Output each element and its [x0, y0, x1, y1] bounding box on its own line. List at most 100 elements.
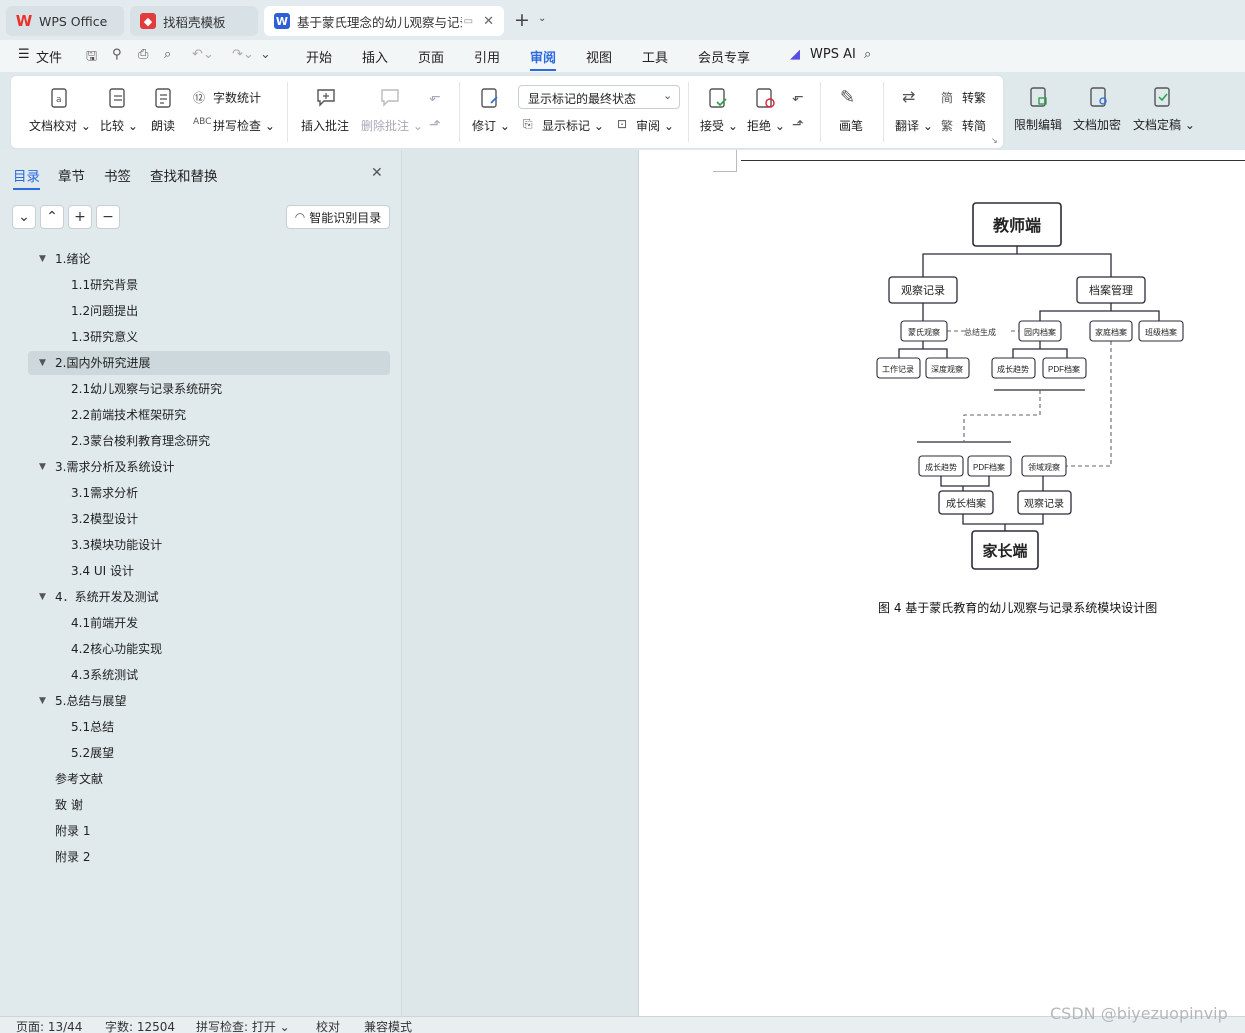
collapse-triangle-icon[interactable]: ▼: [39, 247, 46, 271]
tab-document[interactable]: W 基于蒙氏理念的幼儿观察与记录 ▭ ✕: [264, 6, 504, 36]
collapse-triangle-icon[interactable]: ▼: [39, 351, 46, 375]
toc-item[interactable]: 4.2核心功能实现: [71, 637, 162, 661]
toc-heading[interactable]: ▼ 5.总结与展望: [39, 689, 126, 713]
to-simplified-button[interactable]: 转简: [962, 117, 986, 134]
tab-chapters[interactable]: 章节: [58, 165, 85, 185]
proof-indicator[interactable]: 校对: [316, 1018, 340, 1033]
menu-start[interactable]: 开始: [306, 47, 332, 66]
compare-button[interactable]: 比较 ⌄: [100, 117, 138, 134]
node-domain-obs-label: 领域观察: [1028, 462, 1060, 472]
toc-item[interactable]: 1.3研究意义: [71, 325, 138, 349]
to-traditional-button[interactable]: 转繁: [962, 89, 986, 106]
collapse-triangle-icon[interactable]: ▼: [39, 689, 46, 713]
insert-comment-button[interactable]: 插入批注: [301, 117, 349, 134]
undo-icon[interactable]: ↶⌄: [192, 47, 214, 62]
toc-heading[interactable]: ▼ 3.需求分析及系统设计: [39, 455, 174, 479]
save-icon[interactable]: 🖫: [86, 47, 97, 69]
track-changes-button[interactable]: 修订 ⌄: [472, 117, 510, 134]
smart-toc-button[interactable]: ◠ 智能识别目录: [286, 205, 390, 229]
toc-item[interactable]: 5.1总结: [71, 715, 114, 739]
collapse-button[interactable]: ⌃: [40, 205, 64, 229]
share-icon[interactable]: ⚲: [112, 47, 122, 62]
toc-heading[interactable]: ▼ 2.国内外研究进展: [39, 351, 150, 375]
review-button[interactable]: 审阅 ⌄: [636, 117, 674, 134]
toc-heading[interactable]: ▼ 1.绪论: [39, 247, 90, 271]
wps-ai-button[interactable]: WPS AI: [810, 47, 856, 62]
toc-item[interactable]: 2.1幼儿观察与记录系统研究: [71, 377, 222, 401]
restrict-edit-button[interactable]: 限制编辑: [1014, 116, 1062, 133]
accept-button[interactable]: 接受 ⌄: [700, 117, 738, 134]
file-menu[interactable]: 文件: [36, 47, 62, 66]
prev-change-icon[interactable]: ⬐: [792, 89, 804, 105]
toc-item[interactable]: 2.3蒙台梭利教育理念研究: [71, 429, 210, 453]
chevron-down-icon[interactable]: ⌄: [538, 13, 546, 24]
toc-item[interactable]: 1.1研究背景: [71, 273, 138, 297]
toc-label: 3.4 UI 设计: [71, 564, 135, 578]
add-heading-button[interactable]: +: [68, 205, 92, 229]
menu-review[interactable]: 审阅: [530, 47, 557, 71]
toc-heading[interactable]: ▼ 4．系统开发及测试: [39, 585, 159, 609]
toc-item[interactable]: 3.2模型设计: [71, 507, 138, 531]
markup-select[interactable]: 显示标记的最终状态 ⌄: [518, 85, 680, 109]
collapse-triangle-icon[interactable]: ▼: [39, 455, 46, 479]
toc-item[interactable]: 附录 1: [55, 819, 90, 843]
close-icon[interactable]: ✕: [483, 14, 494, 29]
tab-find-replace[interactable]: 查找和替换: [150, 165, 218, 185]
spell-check-button[interactable]: 拼写检查 ⌄: [213, 117, 275, 134]
page-indicator[interactable]: 页面: 13/44: [16, 1018, 82, 1033]
menu-page[interactable]: 页面: [418, 47, 444, 66]
reject-button[interactable]: 拒绝 ⌄: [747, 117, 785, 134]
spell-check-indicator[interactable]: 拼写检查: 打开 ⌄: [196, 1018, 290, 1033]
new-tab-icon[interactable]: +: [514, 9, 530, 31]
chevron-down-icon: ⌄: [663, 89, 673, 102]
expand-icon[interactable]: ↘: [991, 136, 998, 145]
show-markup-button[interactable]: 显示标记 ⌄: [542, 117, 604, 134]
close-icon[interactable]: ✕: [371, 165, 383, 181]
next-change-icon[interactable]: ⬏: [792, 117, 804, 133]
toc-item[interactable]: 5.2展望: [71, 741, 114, 765]
node-family-archive-label: 家庭档案: [1095, 327, 1127, 337]
word-count-indicator[interactable]: 字数: 12504: [105, 1018, 175, 1033]
translate-button[interactable]: 翻译 ⌄: [895, 117, 933, 134]
toc-item[interactable]: 2.2前端技术框架研究: [71, 403, 186, 427]
collapse-triangle-icon[interactable]: ▼: [39, 585, 46, 609]
menu-reference[interactable]: 引用: [474, 47, 500, 66]
toc-item[interactable]: 4.1前端开发: [71, 611, 138, 635]
menu-insert[interactable]: 插入: [362, 47, 388, 66]
print-icon[interactable]: ⎙: [138, 47, 148, 62]
next-comment-icon[interactable]: ⬏: [429, 117, 441, 133]
toc-item[interactable]: 参考文献: [55, 767, 103, 791]
tab-toc[interactable]: 目录: [13, 165, 40, 190]
prev-comment-icon[interactable]: ⬐: [429, 89, 441, 105]
traditional-icon: 简: [941, 91, 954, 105]
doc-check-button[interactable]: 文档校对 ⌄: [29, 117, 91, 134]
menu-view[interactable]: 视图: [586, 47, 612, 66]
word-count-button[interactable]: 字数统计: [213, 89, 261, 106]
search-icon[interactable]: ⌕: [864, 47, 871, 62]
menu-tools[interactable]: 工具: [642, 47, 668, 66]
tab-bookmarks[interactable]: 书签: [104, 165, 131, 185]
remove-heading-button[interactable]: −: [96, 205, 120, 229]
toc-item[interactable]: 3.1需求分析: [71, 481, 138, 505]
menu-member[interactable]: 会员专享: [698, 47, 750, 66]
print-preview-icon[interactable]: ⌕: [164, 47, 171, 62]
toc-item[interactable]: 1.2问题提出: [71, 299, 138, 323]
toc-item[interactable]: 3.3模块功能设计: [71, 533, 162, 557]
tab-docer[interactable]: ◆ 找稻壳模板: [130, 6, 258, 36]
pen-button[interactable]: 画笔: [839, 117, 863, 134]
finalize-button[interactable]: 文档定稿 ⌄: [1133, 116, 1195, 133]
redo-icon[interactable]: ↷⌄: [232, 47, 254, 62]
finalize-doc-icon: [1154, 87, 1170, 107]
toc-item[interactable]: 致 谢: [55, 793, 83, 817]
read-aloud-button[interactable]: 朗读: [151, 117, 175, 134]
expand-all-button[interactable]: ⌄: [12, 205, 36, 229]
more-chevron-icon[interactable]: ⌄: [260, 47, 271, 62]
tab-wps-office[interactable]: W WPS Office: [6, 6, 124, 36]
hamburger-icon[interactable]: ☰: [18, 47, 30, 62]
delete-comment-button[interactable]: 删除批注 ⌄: [361, 117, 423, 134]
word-count-icon: ⑫: [193, 91, 206, 105]
encrypt-button[interactable]: 文档加密: [1073, 116, 1121, 133]
toc-item[interactable]: 4.3系统测试: [71, 663, 138, 687]
toc-item[interactable]: 附录 2: [55, 845, 90, 869]
toc-item[interactable]: 3.4 UI 设计: [71, 559, 134, 583]
